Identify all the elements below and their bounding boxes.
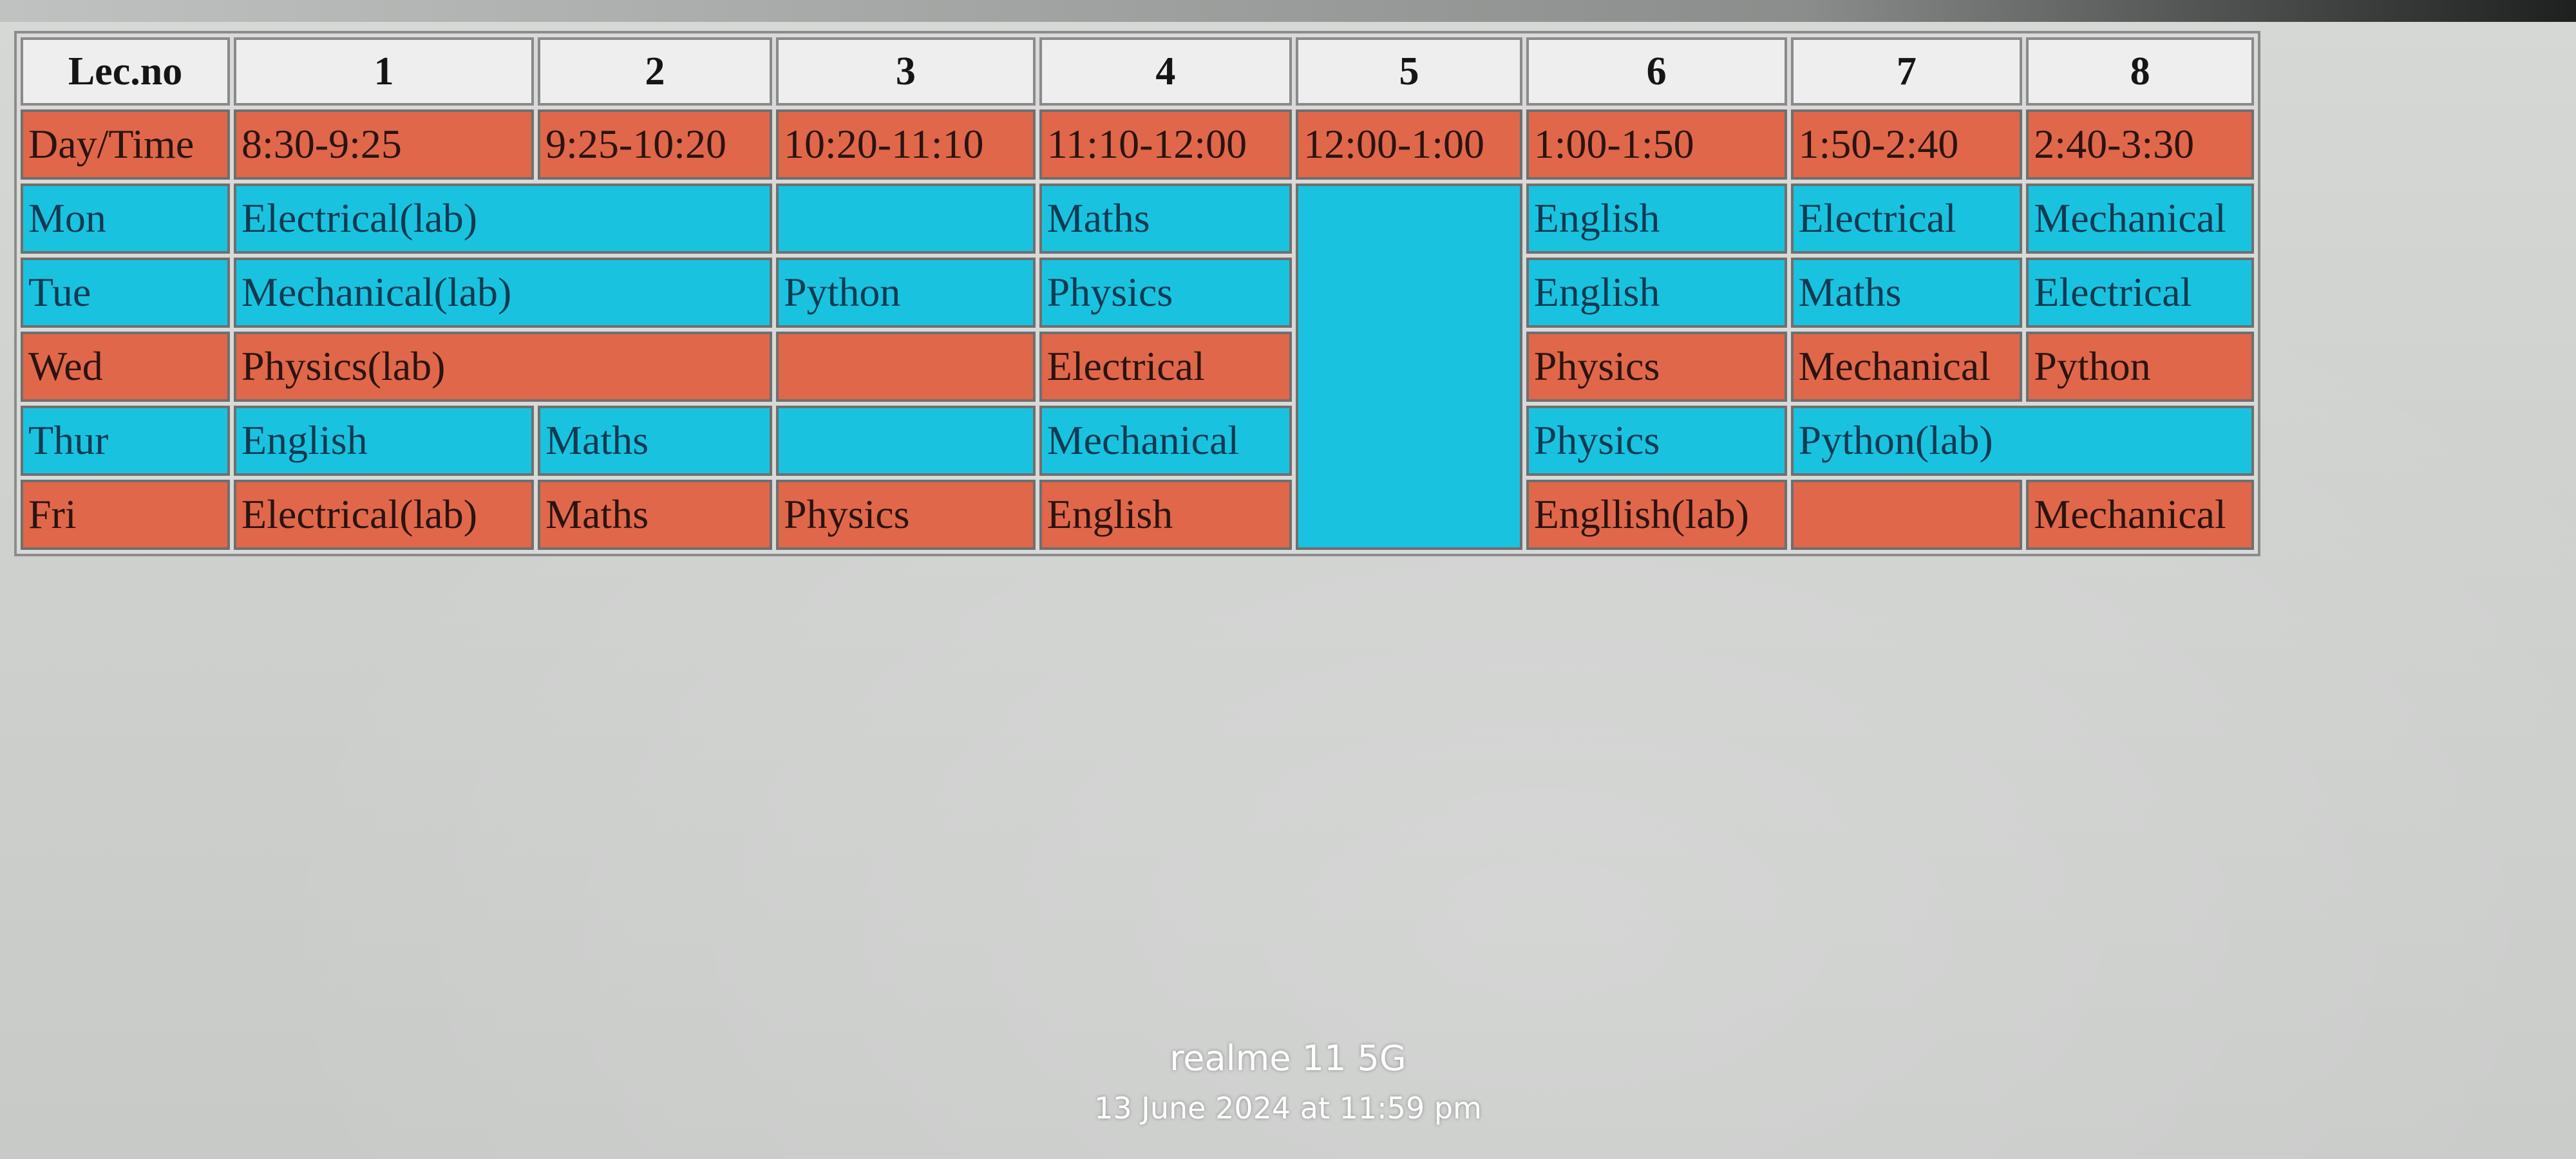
header-cell-6: 6 (1526, 37, 1787, 106)
wed-slot-7: Mechanical (1790, 331, 2023, 402)
fri-slot-6: Engllish(lab) (1526, 479, 1787, 550)
mon-slot-8: Mechanical (2026, 183, 2254, 254)
tue-slot-8: Electrical (2026, 257, 2254, 328)
wed-slot-3 (775, 331, 1036, 402)
header-cell-5: 5 (1296, 37, 1522, 106)
header-cell-4: 4 (1039, 37, 1293, 106)
header-cell-lecno: Lec.no (21, 37, 231, 106)
mon-slot-7: Electrical (1790, 183, 2023, 254)
time-cell-3: 10:20-11:10 (775, 109, 1036, 180)
camera-watermark-model: realme 11 5G (1170, 1038, 1406, 1079)
wed-slot-4: Electrical (1039, 331, 1293, 402)
header-cell-7: 7 (1790, 37, 2023, 106)
fri-slot-2: Maths (538, 479, 772, 550)
time-cell-5: 12:00-1:00 (1296, 109, 1522, 180)
row-mon: Mon Electrical(lab) Maths English Electr… (21, 183, 2254, 550)
time-cell-2: 9:25-10:20 (538, 109, 772, 180)
day-cell-wed: Wed (21, 331, 231, 402)
thur-slot-4: Mechanical (1039, 405, 1293, 476)
tue-slot-1-2: Mechanical(lab) (234, 257, 772, 328)
fri-slot-3: Physics (775, 479, 1036, 550)
day-cell-tue: Tue (21, 257, 231, 328)
day-cell-thur: Thur (21, 405, 231, 476)
thur-slot-1: English (234, 405, 535, 476)
thur-slot-7-8: Python(lab) (1790, 405, 2254, 476)
time-cell-label: Day/Time (21, 109, 231, 180)
fri-slot-4: English (1039, 479, 1293, 550)
fri-slot-7 (1790, 479, 2023, 550)
monitor-bezel (0, 0, 2576, 22)
day-cell-fri: Fri (21, 479, 231, 550)
thur-slot-6: Physics (1526, 405, 1787, 476)
timetable: Lec.no 1 2 3 4 5 6 7 8 Day/Time 8:30-9:2… (14, 31, 2260, 556)
header-cell-3: 3 (775, 37, 1036, 106)
row-wed: Wed Physics(lab) Electrical Physics Mech… (21, 331, 2254, 402)
mon-slot-4: Maths (1039, 183, 1293, 254)
mon-slot-1-2: Electrical(lab) (234, 183, 772, 254)
fri-slot-8: Mechanical (2026, 479, 2254, 550)
header-cell-2: 2 (538, 37, 772, 106)
row-thur: Thur English Maths Mechanical Physics Py… (21, 405, 2254, 476)
wed-slot-6: Physics (1526, 331, 1787, 402)
time-cell-4: 11:10-12:00 (1039, 109, 1293, 180)
row-fri: Fri Electrical(lab) Maths Physics Englis… (21, 479, 2254, 550)
row-tue: Tue Mechanical(lab) Python Physics Engli… (21, 257, 2254, 328)
time-cell-1: 8:30-9:25 (234, 109, 535, 180)
tue-slot-6: English (1526, 257, 1787, 328)
tue-slot-4: Physics (1039, 257, 1293, 328)
mon-slot-6: English (1526, 183, 1787, 254)
time-cell-6: 1:00-1:50 (1526, 109, 1787, 180)
thur-slot-2: Maths (538, 405, 772, 476)
day-cell-mon: Mon (21, 183, 231, 254)
camera-watermark-date: 13 June 2024 at 11:59 pm (1094, 1091, 1482, 1126)
wed-slot-1-2: Physics(lab) (234, 331, 772, 402)
header-row: Lec.no 1 2 3 4 5 6 7 8 (21, 37, 2254, 106)
header-cell-1: 1 (234, 37, 535, 106)
time-cell-8: 2:40-3:30 (2026, 109, 2254, 180)
lunch-break-cell (1296, 183, 1522, 550)
mon-slot-3 (775, 183, 1036, 254)
fri-slot-1: Electrical(lab) (234, 479, 535, 550)
wed-slot-8: Python (2026, 331, 2254, 402)
header-cell-8: 8 (2026, 37, 2254, 106)
tue-slot-3: Python (775, 257, 1036, 328)
time-cell-7: 1:50-2:40 (1790, 109, 2023, 180)
thur-slot-3 (775, 405, 1036, 476)
time-row: Day/Time 8:30-9:25 9:25-10:20 10:20-11:1… (21, 109, 2254, 180)
tue-slot-7: Maths (1790, 257, 2023, 328)
